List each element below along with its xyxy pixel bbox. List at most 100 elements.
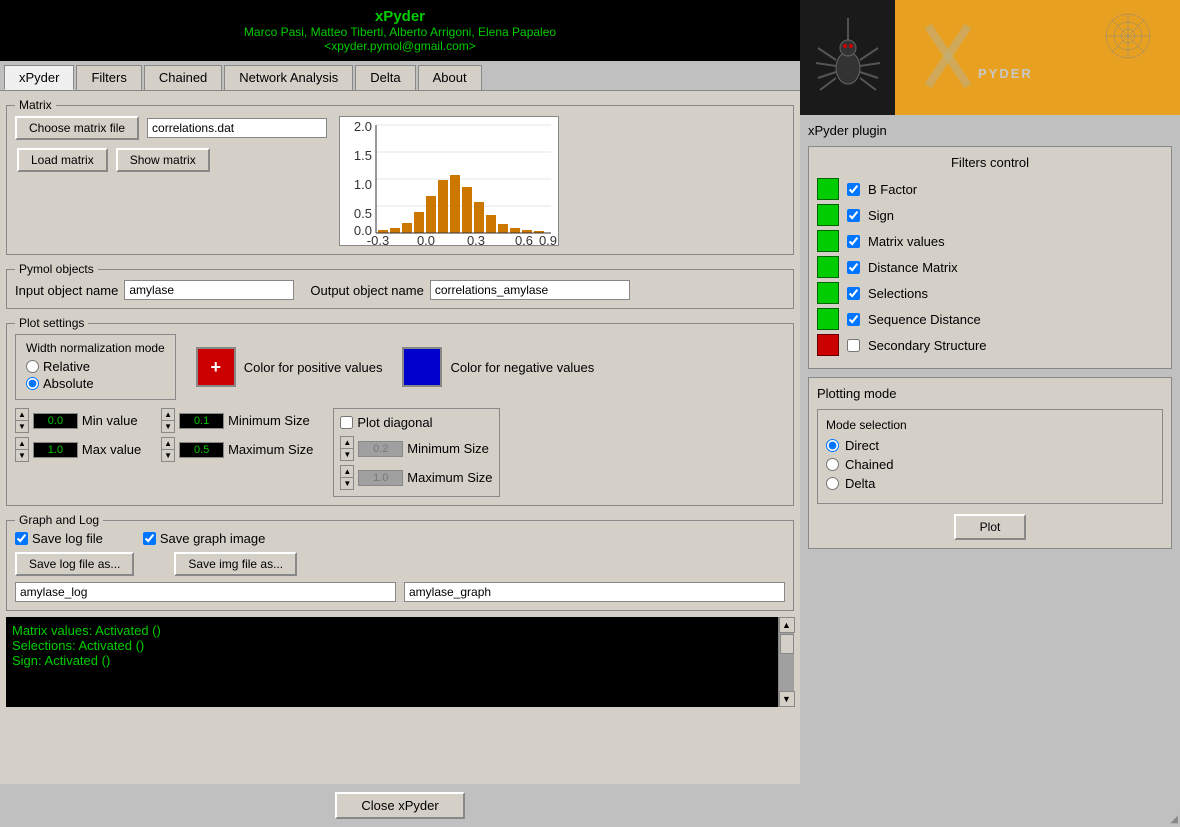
filter-sequence-distance-checkbox[interactable] [847,313,860,326]
relative-radio-row: Relative [26,359,165,374]
save-img-button[interactable]: Save img file as... [174,552,297,576]
input-object-label: Input object name [15,283,118,298]
tab-network-analysis[interactable]: Network Analysis [224,65,353,90]
scrollbar-up-btn[interactable]: ▲ [779,617,795,633]
mode-direct-row: Direct [826,438,1154,453]
max-value-down[interactable]: ▼ [16,450,28,461]
mode-selection-box: Mode selection Direct Chained Delta [817,409,1163,504]
filter-selections-checkbox[interactable] [847,287,860,300]
choose-matrix-button[interactable]: Choose matrix file [15,116,139,140]
filter-secondary-structure-checkbox[interactable] [847,339,860,352]
min-size-1-label: Minimum Size [228,413,310,428]
max-value-row: ▲ ▼ Max value [15,437,141,462]
save-log-checkbox[interactable] [15,532,28,545]
max-value-label: Max value [82,442,141,457]
min-size-1-up[interactable]: ▲ [162,409,174,421]
scrollbar-thumb[interactable] [780,634,794,654]
negative-color-box[interactable] [402,347,442,387]
authors-text: Marco Pasi, Matteo Tiberti, Alberto Arri… [4,25,796,39]
save-graph-item: Save graph image [143,531,266,546]
max-size-1-ctrl: ▲ ▼ [161,437,175,462]
relative-radio[interactable] [26,360,39,373]
console-line-2: Selections: Activated () [12,638,772,653]
filter-b-factor-checkbox[interactable] [847,183,860,196]
min-size-1-down[interactable]: ▼ [162,421,174,432]
input-object-input[interactable] [124,280,294,300]
filter-sign-checkbox[interactable] [847,209,860,222]
matrix-file-input[interactable] [147,118,327,138]
filter-distance-matrix-label: Distance Matrix [868,260,958,275]
svg-text:0.9: 0.9 [539,233,557,246]
max-value-ctrl: ▲ ▼ [15,437,29,462]
save-log-label: Save log file [32,531,103,546]
max-size-1-down[interactable]: ▼ [162,450,174,461]
mode-delta-radio[interactable] [826,477,839,490]
graph-filename-input[interactable] [404,582,785,602]
min-size-2-down[interactable]: ▼ [341,449,353,460]
console-scrollbar[interactable]: ▲ ▼ [778,617,794,707]
filter-matrix-values-label: Matrix values [868,234,945,249]
output-object-label: Output object name [310,283,423,298]
min-value-down[interactable]: ▼ [16,421,28,432]
plot-button[interactable]: Plot [954,514,1027,540]
max-size-2-up[interactable]: ▲ [341,466,353,478]
save-checkboxes-row: Save log file Save graph image [15,531,785,546]
filter-b-factor: B Factor [817,178,1163,200]
min-value-input[interactable] [33,413,78,429]
save-graph-checkbox[interactable] [143,532,156,545]
max-size-1-input[interactable] [179,442,224,458]
min-size-1-ctrl: ▲ ▼ [161,408,175,433]
max-value-input[interactable] [33,442,78,458]
max-size-1-up[interactable]: ▲ [162,438,174,450]
absolute-radio[interactable] [26,377,39,390]
mode-chained-radio[interactable] [826,458,839,471]
pymol-objects-group: Pymol objects Input object name Output o… [6,269,794,309]
tab-chained[interactable]: Chained [144,65,222,90]
filter-secondary-structure: Secondary Structure [817,334,1163,356]
filter-distance-matrix-checkbox[interactable] [847,261,860,274]
log-filename-input[interactable] [15,582,396,602]
min-value-up[interactable]: ▲ [16,409,28,421]
filter-selections-color [817,282,839,304]
output-object-input[interactable] [430,280,630,300]
max-size-2-label: Maximum Size [407,470,492,485]
min-size-2-ctrl: ▲ ▼ [340,436,354,461]
mode-direct-radio[interactable] [826,439,839,452]
show-matrix-button[interactable]: Show matrix [116,148,210,172]
positive-color-label: Color for positive values [244,360,383,375]
logo-svg: PYDER [918,6,1158,106]
filter-matrix-values-color [817,230,839,252]
width-norm-box: Width normalization mode Relative Absolu… [15,334,176,400]
min-size-1-input[interactable] [179,413,224,429]
save-log-button[interactable]: Save log file as... [15,552,134,576]
min-size-2-input[interactable] [358,441,403,457]
mode-selection-title: Mode selection [826,418,1154,432]
max-size-1-row: ▲ ▼ Maximum Size [161,437,313,462]
app-header: xPyder Marco Pasi, Matteo Tiberti, Alber… [0,0,800,61]
filter-matrix-values-checkbox[interactable] [847,235,860,248]
tab-xpyder[interactable]: xPyder [4,65,74,90]
max-size-2-down[interactable]: ▼ [341,478,353,489]
tab-about[interactable]: About [418,65,482,90]
filters-control-box: Filters control B Factor Sign Matrix val… [808,146,1172,369]
plot-diagonal-row: Plot diagonal [340,415,492,430]
svg-text:PYDER: PYDER [978,66,1033,81]
negative-color-group: Color for negative values [402,347,594,387]
close-button[interactable]: Close xPyder [335,792,464,819]
filter-b-factor-color [817,178,839,200]
negative-color-label: Color for negative values [450,360,594,375]
max-size-2-input[interactable] [358,470,403,486]
resize-corner[interactable]: ◢ [1170,814,1178,825]
save-buttons-row: Save log file as... Save img file as... [15,552,785,576]
load-matrix-button[interactable]: Load matrix [17,148,108,172]
filters-control-title: Filters control [817,155,1163,170]
max-value-up[interactable]: ▲ [16,438,28,450]
plot-diagonal-checkbox[interactable] [340,416,353,429]
min-size-2-up[interactable]: ▲ [341,437,353,449]
tab-delta[interactable]: Delta [355,65,415,90]
scrollbar-down-btn[interactable]: ▼ [779,691,795,707]
plot-diagonal-box: Plot diagonal ▲ ▼ Minimum Size [333,408,499,497]
svg-text:1.5: 1.5 [354,148,372,163]
tab-filters[interactable]: Filters [76,65,141,90]
positive-color-box[interactable]: + [196,347,236,387]
